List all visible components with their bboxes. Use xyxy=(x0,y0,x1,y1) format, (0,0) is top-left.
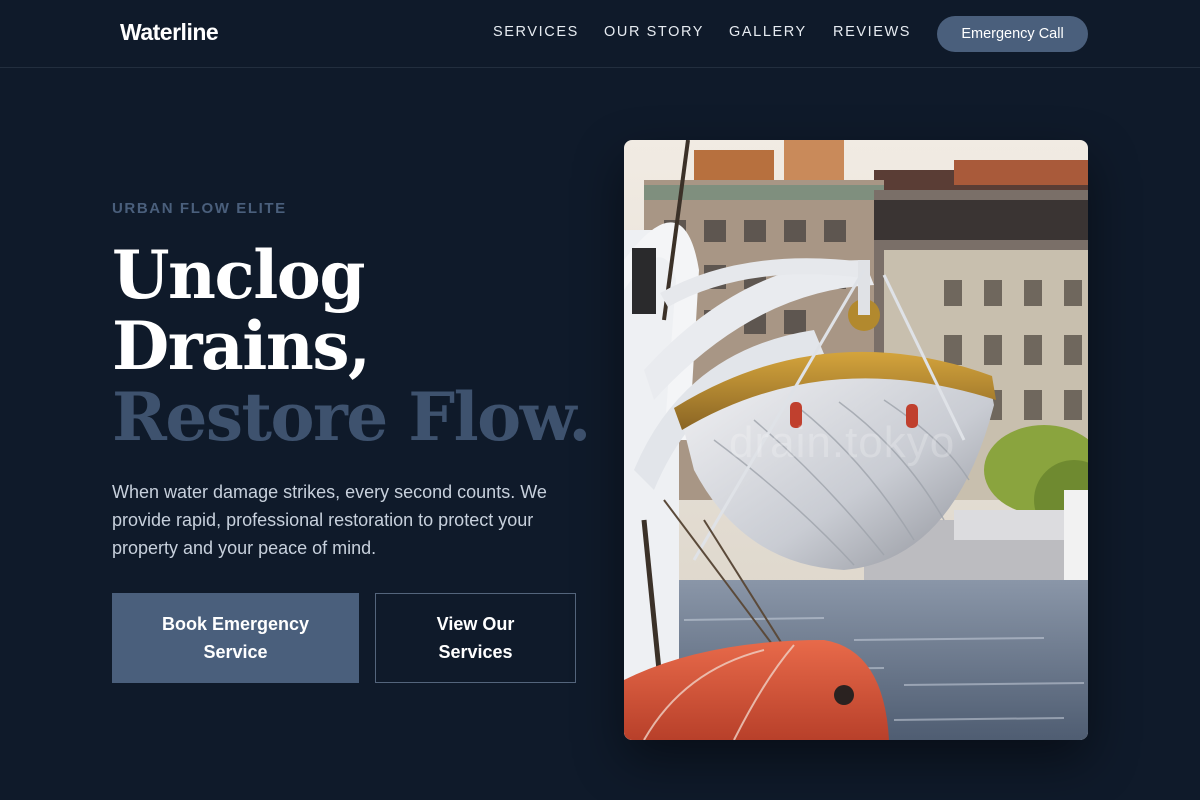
view-our-services-button[interactable]: View Our Services xyxy=(375,593,576,683)
hero-headline: Unclog Drains, Restore Flow. xyxy=(112,240,592,453)
nav-link-reviews[interactable]: REVIEWS xyxy=(833,24,911,40)
headline-line-3: Restore Flow. xyxy=(112,378,591,456)
nav-link-our-story[interactable]: OUR STORY xyxy=(604,24,704,40)
logo[interactable]: Waterline xyxy=(120,19,219,46)
nav-link-services[interactable]: SERVICES xyxy=(493,24,579,40)
nav-link-gallery[interactable]: GALLERY xyxy=(729,24,807,40)
hero-eyebrow: URBAN FLOW ELITE xyxy=(112,200,287,217)
hero-description: When water damage strikes, every second … xyxy=(112,482,547,558)
headline-line-2: Drains, xyxy=(112,307,371,385)
site-header: Waterline SERVICES OUR STORY GALLERY REV… xyxy=(0,0,1200,68)
book-emergency-service-button[interactable]: Book Emergency Service xyxy=(112,593,359,683)
headline-line-1: Unclog xyxy=(112,236,365,314)
hero-image-lifeboat: drain.tokyo xyxy=(624,140,1088,740)
image-watermark: drain.tokyo xyxy=(729,418,956,467)
emergency-call-button[interactable]: Emergency Call xyxy=(937,16,1088,52)
